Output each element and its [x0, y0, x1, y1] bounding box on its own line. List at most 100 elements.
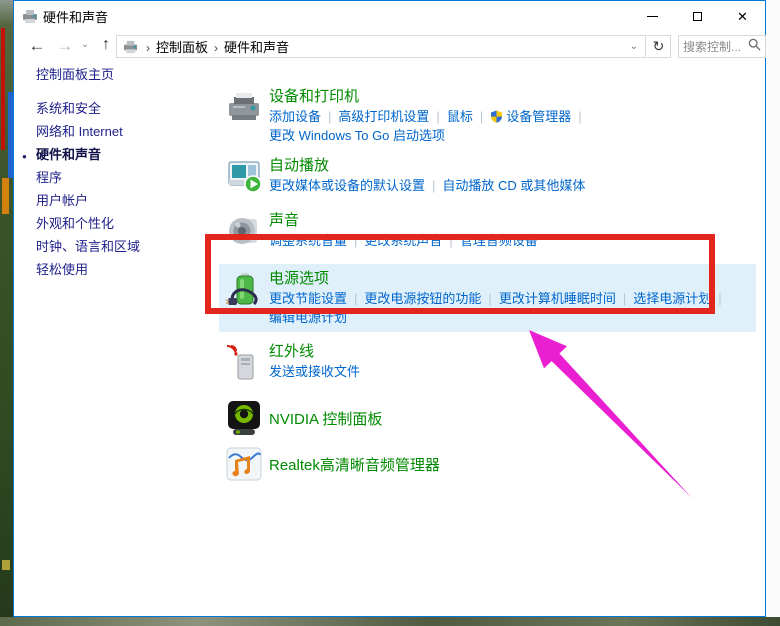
link-separator: |: [436, 109, 439, 124]
task-link[interactable]: 鼠标: [447, 109, 473, 124]
section-title-link[interactable]: 自动播放: [269, 156, 765, 176]
task-link-row: 更改 Windows To Go 启动选项: [269, 126, 765, 145]
recent-pages-button[interactable]: ⌄: [78, 40, 92, 50]
category-section: 声音调整系统音量 | 更改系统声音 | 管理音频设备: [226, 211, 765, 255]
section-title-link[interactable]: 红外线: [269, 342, 765, 362]
close-icon: ✕: [737, 10, 748, 23]
link-separator: |: [449, 233, 452, 248]
sidebar-item-active[interactable]: ●硬件和声音: [14, 143, 214, 166]
task-link[interactable]: 更改媒体或设备的默认设置: [269, 178, 425, 193]
category-section: 设备和打印机添加设备|高级打印机设置|鼠标|设备管理器|更改 Windows T…: [226, 87, 765, 145]
category-section: 电源选项更改节能设置|更改电源按钮的功能|更改计算机睡眠时间|选择电源计划|编辑…: [219, 264, 756, 332]
address-bar[interactable]: ›控制面板›硬件和声音 ⌄: [116, 35, 646, 58]
forward-arrow-icon: →: [57, 36, 74, 55]
window-title: 硬件和声音: [43, 7, 108, 26]
minimize-button[interactable]: [630, 1, 675, 31]
category-section: Realtek高清晰音频管理器: [226, 445, 765, 487]
task-link[interactable]: 发送或接收文件: [269, 364, 360, 379]
desktop-orange-stripe: [2, 178, 9, 214]
maximize-icon: [693, 12, 702, 21]
task-link[interactable]: 更改电源按钮的功能: [364, 291, 481, 306]
link-separator: |: [718, 291, 721, 306]
section-body: NVIDIA 控制面板: [269, 410, 765, 430]
category-section: NVIDIA 控制面板: [226, 399, 765, 441]
sidebar-item-label: 时钟、语言和区域: [36, 239, 140, 254]
task-link[interactable]: 调整系统音量: [269, 233, 347, 248]
section-body: Realtek高清晰音频管理器: [269, 456, 765, 476]
task-link[interactable]: 更改计算机睡眠时间: [499, 291, 616, 306]
section-body: 设备和打印机添加设备|高级打印机设置|鼠标|设备管理器|更改 Windows T…: [269, 87, 765, 145]
sidebar-item[interactable]: 网络和 Internet: [14, 120, 214, 143]
back-button[interactable]: ←: [26, 37, 48, 54]
sidebar-item[interactable]: 程序: [14, 166, 214, 189]
sidebar-item[interactable]: 系统和安全: [14, 97, 214, 120]
task-link[interactable]: 更改 Windows To Go 启动选项: [269, 128, 445, 143]
screen: 硬件和声音 ✕ ← → ⌄ ↑ ›控制面板›硬件和声音 ⌄ ↻: [0, 0, 780, 626]
link-separator: |: [578, 109, 581, 124]
task-link[interactable]: 编辑电源计划: [269, 310, 347, 325]
section-title-link[interactable]: 设备和打印机: [269, 87, 765, 107]
address-dropdown-chevron-icon[interactable]: ⌄: [627, 41, 641, 52]
sidebar-item-label: 硬件和声音: [36, 147, 101, 162]
section-title-link[interactable]: Realtek高清晰音频管理器: [269, 456, 765, 476]
refresh-button[interactable]: ↻: [647, 35, 671, 58]
nvidia-icon[interactable]: [226, 399, 269, 441]
sidebar-item-label: 外观和个性化: [36, 216, 114, 231]
minimize-icon: [647, 16, 658, 17]
task-link-row: 调整系统音量 | 更改系统声音 | 管理音频设备: [269, 231, 765, 250]
search-input[interactable]: [683, 40, 748, 54]
task-link[interactable]: 添加设备: [269, 109, 321, 124]
task-link[interactable]: 选择电源计划: [633, 291, 711, 306]
task-link[interactable]: 更改系统声音: [364, 233, 442, 248]
realtek-icon[interactable]: [226, 445, 269, 487]
section-title-link[interactable]: 声音: [269, 211, 765, 231]
sidebar-item[interactable]: 外观和个性化: [14, 212, 214, 235]
sidebar-item-label: 轻松使用: [36, 262, 88, 277]
task-link[interactable]: 自动播放 CD 或其他媒体: [442, 178, 585, 193]
task-link-row: 添加设备|高级打印机设置|鼠标|设备管理器|: [269, 107, 765, 126]
sidebar-item[interactable]: 时钟、语言和区域: [14, 235, 214, 258]
section-title-link[interactable]: NVIDIA 控制面板: [269, 410, 765, 430]
search-box: [678, 35, 766, 58]
section-body: 自动播放更改媒体或设备的默认设置|自动播放 CD 或其他媒体: [269, 156, 765, 200]
sidebar-item[interactable]: 控制面板主页: [14, 63, 214, 86]
search-icon[interactable]: [748, 38, 761, 56]
sidebar-item-label: 系统和安全: [36, 101, 101, 116]
task-link[interactable]: 设备管理器: [490, 109, 571, 124]
breadcrumb-separator-icon: ›: [214, 41, 218, 55]
close-button[interactable]: ✕: [720, 1, 765, 31]
task-link[interactable]: 高级打印机设置: [338, 109, 429, 124]
breadcrumb-item[interactable]: 硬件和声音: [224, 40, 289, 55]
forward-button[interactable]: →: [54, 37, 76, 54]
link-separator: |: [354, 233, 357, 248]
desktop-background-bottom: [0, 617, 780, 626]
task-link[interactable]: 管理音频设备: [460, 233, 538, 248]
power-icon[interactable]: [226, 269, 269, 327]
chevron-down-icon: ⌄: [81, 39, 89, 50]
sidebar-item-label: 用户帐户: [36, 193, 88, 208]
desktop-background-left: [0, 0, 13, 626]
infrared-icon[interactable]: [226, 342, 269, 388]
sidebar-item[interactable]: 轻松使用: [14, 258, 214, 281]
breadcrumb-item[interactable]: 控制面板: [156, 40, 208, 55]
control-panel-window: 硬件和声音 ✕ ← → ⌄ ↑ ›控制面板›硬件和声音 ⌄ ↻: [13, 0, 766, 617]
task-link[interactable]: 更改节能设置: [269, 291, 347, 306]
task-link-row: 编辑电源计划: [269, 308, 756, 327]
uac-shield-icon: [490, 109, 506, 124]
speaker-icon[interactable]: [226, 211, 269, 255]
sidebar: 控制面板主页系统和安全网络和 Internet●硬件和声音程序用户帐户外观和个性…: [14, 63, 214, 281]
category-section: 自动播放更改媒体或设备的默认设置|自动播放 CD 或其他媒体: [226, 156, 765, 200]
printer-icon[interactable]: [226, 87, 269, 145]
sidebar-item[interactable]: 用户帐户: [14, 189, 214, 212]
up-arrow-icon: ↑: [102, 36, 110, 53]
section-title-link[interactable]: 电源选项: [269, 269, 756, 289]
up-button[interactable]: ↑: [96, 37, 116, 53]
refresh-icon: ↻: [653, 38, 665, 55]
hardware-sound-icon: [22, 8, 38, 24]
window-controls: ✕: [630, 1, 765, 31]
desktop-speck: [2, 560, 10, 570]
maximize-button[interactable]: [675, 1, 720, 31]
hardware-sound-icon: [123, 39, 138, 54]
autoplay-icon[interactable]: [226, 156, 269, 200]
link-separator: |: [328, 109, 331, 124]
